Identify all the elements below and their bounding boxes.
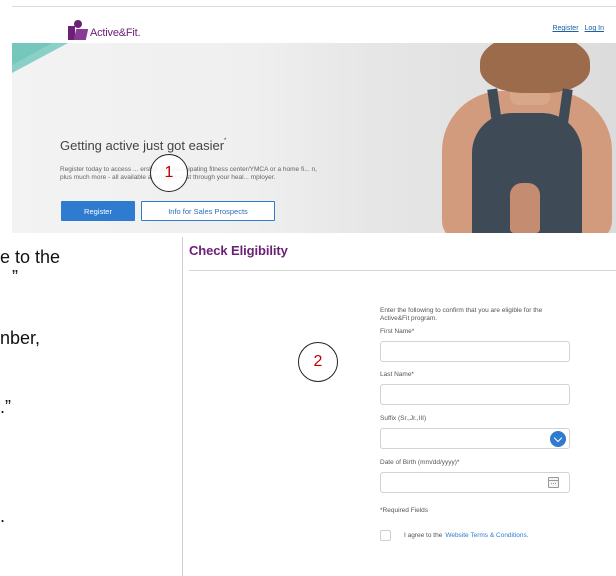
sales-prospects-button[interactable]: Info for Sales Prospects [141, 201, 275, 221]
dob-input[interactable] [380, 472, 570, 493]
landing-page-screenshot: Active&Fit. Register Log In Getting acti… [12, 0, 616, 233]
terms-text: I agree to the [404, 532, 443, 539]
header-links: Register Log In [552, 25, 604, 32]
site-header: Active&Fit. Register Log In [12, 7, 616, 43]
last-name-label: Last Name* [380, 371, 414, 378]
login-link[interactable]: Log In [585, 25, 604, 32]
callout-1: 1 [150, 154, 188, 192]
chevron-down-icon[interactable] [550, 431, 566, 447]
hero-description: Register today to access ... ership at a… [60, 166, 317, 181]
brand-name: Active&Fit. [90, 27, 141, 39]
dob-label: Date of Birth (mm/dd/yyyy)* [380, 459, 460, 466]
hero-accent-shape-inner [12, 43, 52, 65]
slide-text-fragment: . [0, 506, 6, 526]
terms-checkbox[interactable] [380, 530, 391, 541]
slide-text-fragment: ” [12, 267, 18, 287]
hero-title: Getting active just got easier* [60, 138, 226, 153]
hero-banner: Getting active just got easier* Register… [12, 43, 616, 233]
first-name-label: First Name* [380, 328, 415, 335]
register-button[interactable]: Register [61, 201, 135, 221]
hero-title-mark: * [224, 138, 227, 144]
suffix-label: Suffix (Sr.,Jr.,III) [380, 415, 427, 422]
eligibility-screenshot: Check Eligibility Enter the following to… [182, 237, 616, 576]
terms-agreement: I agree to the Website Terms & Condition… [380, 530, 580, 541]
hero-photo-woman-stretching [392, 43, 616, 233]
eligibility-title: Check Eligibility [189, 243, 288, 258]
slide-text-fragment: e to the [0, 247, 61, 267]
required-fields-note: *Required Fields [380, 507, 429, 514]
callout-2: 2 [298, 342, 338, 382]
title-divider [189, 270, 616, 271]
eligibility-form: Enter the following to confirm that you … [380, 307, 580, 541]
form-intro: Enter the following to confirm that you … [380, 307, 543, 322]
brand-logo[interactable]: Active&Fit. [68, 20, 141, 40]
slide-text-fragment: .” [0, 397, 11, 417]
activefit-logo-icon [68, 20, 89, 40]
suffix-select[interactable] [380, 428, 570, 449]
register-link[interactable]: Register [552, 25, 578, 32]
slide-text-fragment: nber, [0, 328, 41, 348]
first-name-input[interactable] [380, 341, 570, 362]
terms-link[interactable]: Website Terms & Conditions. [445, 532, 528, 539]
calendar-icon[interactable] [548, 477, 559, 488]
hero-title-text: Getting active just got easier [60, 138, 225, 153]
last-name-input[interactable] [380, 384, 570, 405]
